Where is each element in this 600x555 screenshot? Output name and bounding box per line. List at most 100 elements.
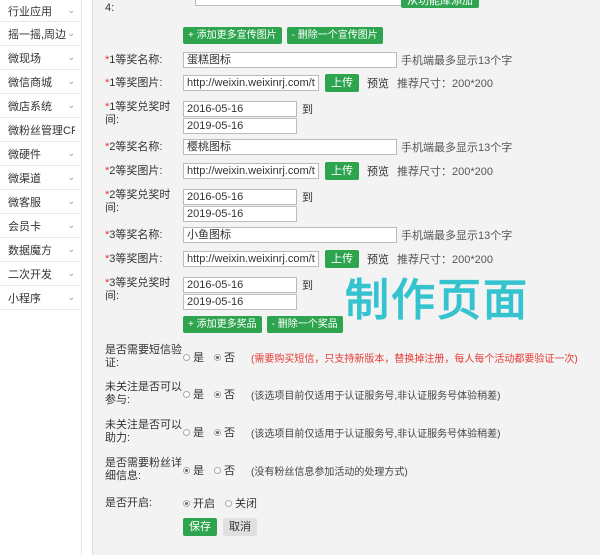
sidebar-item-label: 微硬件: [8, 148, 41, 161]
sidebar-item-mall[interactable]: 微信商城 ⌄: [0, 70, 81, 94]
prize-1-upload-button[interactable]: 上传: [325, 74, 359, 92]
prize-3-date-label: *3等奖兑奖时间:: [105, 277, 171, 302]
sidebar-item-label: 微现场: [8, 52, 41, 65]
option-follow-help-row: 未关注是否可以助力: 是 否 (该选项目前仅适用于认证服务号,非认证服务号体验稍…: [105, 419, 500, 445]
prize-3-date-fields: 2016-05-16 到 2019-05-16: [183, 277, 313, 310]
prize-2-image-row: *2等奖图片: http://weixin.weixinrj.com/t 上传 …: [105, 162, 493, 180]
library-add-button[interactable]: 从功能库添加: [401, 0, 479, 8]
overlay-title: 制作页面: [345, 275, 529, 326]
chevron-down-icon: ⌄: [67, 196, 75, 206]
sidebar-item-industry-apps[interactable]: 行业应用 ⌄: [0, 0, 81, 22]
prize-1-name-input[interactable]: 蛋糕图标: [183, 52, 397, 68]
promo-buttons: + 添加更多宣传图片 - 删除一个宣传图片: [183, 27, 383, 44]
sidebar-item-label: 微店系统: [8, 100, 52, 113]
sidebar-item-dev[interactable]: 二次开发 ⌄: [0, 262, 81, 286]
prize-1-date-to-input[interactable]: 2019-05-16: [183, 118, 297, 134]
chevron-down-icon: ⌄: [67, 5, 75, 15]
option-sms-no-radio[interactable]: 否: [214, 349, 235, 365]
prize-3-name-hint: 手机端最多显示13个字: [401, 230, 513, 242]
prize-3-image-input[interactable]: http://weixin.weixinrj.com/t: [183, 251, 319, 267]
prize-1-image-input[interactable]: http://weixin.weixinrj.com/t: [183, 75, 319, 91]
prize-3-name-label: *3等奖名称:: [105, 228, 163, 241]
sidebar-item-shake[interactable]: 摇一摇,周边 ⌄: [0, 22, 81, 46]
option-sms-yes-radio[interactable]: 是: [183, 349, 204, 365]
sidebar-item-hardware[interactable]: 微硬件 ⌄: [0, 142, 81, 166]
option-sms-label: 是否需要短信验证:: [105, 344, 182, 369]
delete-promo-image-button[interactable]: - 删除一个宣传图片: [286, 27, 383, 44]
radio-dot: [214, 466, 221, 474]
chevron-down-icon: ⌄: [67, 292, 75, 302]
prize-2-name-input[interactable]: 樱桃图标: [183, 139, 397, 155]
option-fan-info-yes-radio[interactable]: 是: [183, 462, 204, 478]
option-fan-info-no-radio[interactable]: 否: [214, 462, 235, 478]
option-follow-help-yes-radio[interactable]: 是: [183, 424, 204, 440]
open-on-radio[interactable]: 开启: [183, 495, 215, 511]
promo-row-label: 4:: [105, 2, 115, 14]
radio-dot: [183, 428, 190, 436]
prize-3-name-input[interactable]: 小鱼图标: [183, 227, 397, 243]
open-off-radio[interactable]: 关闭: [225, 495, 257, 511]
sidebar-item-service[interactable]: 微客服 ⌄: [0, 190, 81, 214]
prize-1-preview-link[interactable]: 预览: [367, 75, 389, 91]
prize-3-date-from-input[interactable]: 2016-05-16: [183, 277, 297, 293]
sidebar-item-data-cube[interactable]: 数据魔方 ⌄: [0, 238, 81, 262]
add-promo-image-button[interactable]: + 添加更多宣传图片: [183, 27, 282, 44]
prize-2-size-hint: 推荐尺寸：200*200: [397, 166, 493, 178]
option-follow-join-yes-radio[interactable]: 是: [183, 386, 204, 402]
sidebar-item-label: 行业应用: [8, 5, 52, 18]
sidebar-item-label: 摇一摇,周边: [8, 28, 67, 41]
prize-3-date-row: *3等奖兑奖时间: 2016-05-16 到 2019-05-16: [105, 277, 313, 310]
prize-1-name-row: *1等奖名称: 蛋糕图标 手机端最多显示13个字: [105, 52, 512, 68]
prize-2-image-label: *2等奖图片:: [105, 164, 163, 177]
chevron-down-icon: ⌄: [67, 220, 75, 230]
prize-1-name-hint: 手机端最多显示13个字: [401, 55, 513, 67]
option-fan-info-label: 是否需要粉丝详细信息:: [105, 457, 182, 482]
prize-2-date-from-input[interactable]: 2016-05-16: [183, 189, 297, 205]
add-prize-button[interactable]: + 添加更多奖品: [183, 316, 262, 333]
prize-1-date-from-input[interactable]: 2016-05-16: [183, 101, 297, 117]
prize-2-name-row: *2等奖名称: 樱桃图标 手机端最多显示13个字: [105, 139, 512, 155]
prize-1-image-row: *1等奖图片: http://weixin.weixinrj.com/t 上传 …: [105, 74, 493, 92]
prize-buttons: + 添加更多奖品 - 删除一个奖品: [183, 316, 343, 333]
sidebar-item-channel[interactable]: 微渠道 ⌄: [0, 166, 81, 190]
chevron-down-icon: ⌄: [67, 148, 75, 158]
option-follow-help-label: 未关注是否可以助力:: [105, 419, 182, 444]
sidebar-item-label: 微客服: [8, 196, 41, 209]
radio-dot-selected: [183, 466, 190, 474]
option-fan-info-row: 是否需要粉丝详细信息: 是 否 (没有粉丝信息参加活动的处理方式): [105, 457, 408, 483]
cancel-button[interactable]: 取消: [223, 518, 257, 536]
radio-dot-selected: [214, 353, 221, 361]
prize-2-date-to-input[interactable]: 2019-05-16: [183, 206, 297, 222]
date-to-word: 到: [302, 280, 313, 292]
sidebar-item-live[interactable]: 微现场 ⌄: [0, 46, 81, 70]
radio-dot: [225, 499, 232, 507]
prize-1-name-label: *1等奖名称:: [105, 53, 163, 66]
chevron-down-icon: ⌄: [67, 52, 75, 62]
delete-prize-button[interactable]: - 删除一个奖品: [266, 316, 343, 333]
prize-2-image-input[interactable]: http://weixin.weixinrj.com/t: [183, 163, 319, 179]
prize-2-name-hint: 手机端最多显示13个字: [401, 142, 513, 154]
prize-3-name-row: *3等奖名称: 小鱼图标 手机端最多显示13个字: [105, 227, 512, 243]
option-follow-help-no-radio[interactable]: 否: [214, 424, 235, 440]
prize-3-date-to-input[interactable]: 2019-05-16: [183, 294, 297, 310]
promo-image-input[interactable]: [195, 0, 409, 6]
prize-2-preview-link[interactable]: 预览: [367, 163, 389, 179]
sidebar-item-member-card[interactable]: 会员卡 ⌄: [0, 214, 81, 238]
sidebar-item-mini-program[interactable]: 小程序 ⌄: [0, 286, 81, 310]
option-follow-join-no-radio[interactable]: 否: [214, 386, 235, 402]
prize-2-date-label: *2等奖兑奖时间:: [105, 189, 171, 214]
chevron-down-icon: ⌄: [67, 268, 75, 278]
sidebar-item-crm[interactable]: 微粉丝管理CRM: [0, 118, 81, 142]
prize-2-upload-button[interactable]: 上传: [325, 162, 359, 180]
promo-row-4: 4:: [105, 2, 183, 15]
radio-dot: [183, 390, 190, 398]
prize-1-date-label: *1等奖兑奖时间:: [105, 101, 171, 126]
prize-3-image-label: *3等奖图片:: [105, 252, 163, 265]
sidebar: 行业应用⌄ 摇一摇,周边⌄ 微现场⌄ 微信商城⌄ 微店系统⌄ 微粉丝管理CRM …: [0, 0, 82, 555]
option-fan-info-note: (没有粉丝信息参加活动的处理方式): [251, 466, 408, 478]
sidebar-item-label: 微渠道: [8, 172, 41, 185]
save-button[interactable]: 保存: [183, 518, 217, 536]
sidebar-item-shop[interactable]: 微店系统 ⌄: [0, 94, 81, 118]
form-actions: 保存 取消: [177, 518, 257, 536]
form-content: 4: 从功能库添加 + 添加更多宣传图片 - 删除一个宣传图片 *1等奖名称: …: [93, 0, 600, 555]
